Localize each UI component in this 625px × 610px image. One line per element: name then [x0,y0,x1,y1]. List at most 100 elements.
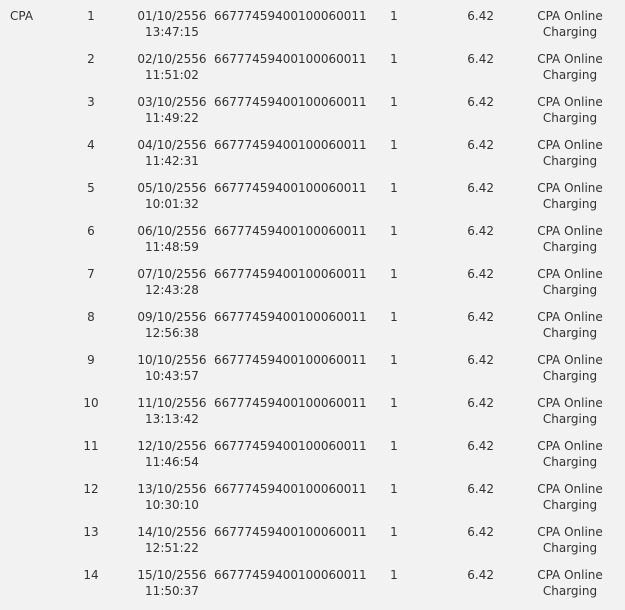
row-service-line2: Charging [542,154,598,168]
row-reference: 66777459400100060011 [214,568,367,582]
row-quantity: 1 [390,439,398,453]
row-amount: 6.42 [467,439,494,453]
row-service-line1: CPA Online [537,439,603,453]
row-service-line1: CPA Online [537,396,603,410]
row-amount: 6.42 [467,52,494,66]
table-row: 12 13/10/2556 10:30:10 667774594001000600… [0,481,625,524]
row-number: 5 [87,181,95,195]
row-reference: 66777459400100060011 [214,396,367,410]
row-service: CPA Online Charging [528,309,612,341]
row-service-line2: Charging [542,584,598,598]
row-datetime: 07/10/2556 12:43:28 [132,266,212,298]
row-amount: 6.42 [467,353,494,367]
row-date: 10/10/2556 [137,353,207,367]
table-row: 13 14/10/2556 12:51:22 667774594001000600… [0,524,625,567]
row-date: 12/10/2556 [137,439,207,453]
row-service: CPA Online Charging [528,266,612,298]
row-number: 3 [87,95,95,109]
row-quantity: 1 [390,138,398,152]
row-reference: 66777459400100060011 [214,525,367,539]
row-datetime: 10/10/2556 10:43:57 [132,352,212,384]
row-number: 12 [83,482,99,496]
row-quantity: 1 [390,396,398,410]
row-time: 10:01:32 [145,197,199,211]
row-amount: 6.42 [467,482,494,496]
row-date: 15/10/2556 [137,568,207,582]
row-date: 01/10/2556 [137,9,207,23]
row-datetime: 01/10/2556 13:47:15 [132,8,212,40]
row-reference: 66777459400100060011 [214,353,367,367]
row-time: 13:13:42 [145,412,199,426]
row-service-line1: CPA Online [537,482,603,496]
row-quantity: 1 [390,310,398,324]
row-time: 12:56:38 [145,326,199,340]
row-service-line1: CPA Online [537,95,603,109]
row-service: CPA Online Charging [528,223,612,255]
row-time: 12:43:28 [145,283,199,297]
row-date: 11/10/2556 [137,396,207,410]
row-reference: 66777459400100060011 [214,181,367,195]
table-row: 2 02/10/2556 11:51:02 6677745940010006001… [0,51,625,94]
row-reference: 66777459400100060011 [214,482,367,496]
row-date: 03/10/2556 [137,95,207,109]
row-amount: 6.42 [467,525,494,539]
row-service-line1: CPA Online [537,568,603,582]
row-service-line1: CPA Online [537,310,603,324]
row-quantity: 1 [390,525,398,539]
row-date: 06/10/2556 [137,224,207,238]
row-service-line1: CPA Online [537,267,603,281]
row-quantity: 1 [390,267,398,281]
row-service: CPA Online Charging [528,524,612,556]
row-time: 11:51:02 [145,68,199,82]
row-service-line1: CPA Online [537,525,603,539]
table-row: 3 03/10/2556 11:49:22 6677745940010006001… [0,94,625,137]
row-service: CPA Online Charging [528,94,612,126]
table-row: 9 10/10/2556 10:43:57 6677745940010006001… [0,352,625,395]
row-reference: 66777459400100060011 [214,224,367,238]
row-quantity: 1 [390,568,398,582]
row-amount: 6.42 [467,568,494,582]
row-amount: 6.42 [467,267,494,281]
row-service: CPA Online Charging [528,137,612,169]
row-date: 13/10/2556 [137,482,207,496]
row-service-line1: CPA Online [537,353,603,367]
table-row: 8 09/10/2556 12:56:38 6677745940010006001… [0,309,625,352]
row-time: 11:49:22 [145,111,199,125]
row-datetime: 15/10/2556 11:50:37 [132,567,212,599]
table-row: 7 07/10/2556 12:43:28 6677745940010006001… [0,266,625,309]
row-datetime: 09/10/2556 12:56:38 [132,309,212,341]
row-service-line1: CPA Online [537,9,603,23]
row-quantity: 1 [390,95,398,109]
row-service-line2: Charging [542,197,598,211]
row-datetime: 12/10/2556 11:46:54 [132,438,212,470]
table-row: 6 06/10/2556 11:48:59 6677745940010006001… [0,223,625,266]
row-service-line2: Charging [542,326,598,340]
row-service: CPA Online Charging [528,481,612,513]
row-service-line2: Charging [542,68,598,82]
row-service-line2: Charging [542,412,598,426]
row-date: 09/10/2556 [137,310,207,324]
row-service: CPA Online Charging [528,438,612,470]
row-date: 07/10/2556 [137,267,207,281]
row-service-line2: Charging [542,240,598,254]
row-datetime: 03/10/2556 11:49:22 [132,94,212,126]
table-row: 1 01/10/2556 13:47:15 6677745940010006001… [0,8,625,51]
row-date: 02/10/2556 [137,52,207,66]
row-datetime: 14/10/2556 12:51:22 [132,524,212,556]
row-quantity: 1 [390,482,398,496]
row-time: 10:30:10 [145,498,199,512]
row-time: 11:48:59 [145,240,199,254]
row-amount: 6.42 [467,138,494,152]
row-service: CPA Online Charging [528,8,612,40]
table-row: 11 12/10/2556 11:46:54 667774594001000600… [0,438,625,481]
row-number: 9 [87,353,95,367]
row-service: CPA Online Charging [528,352,612,384]
row-quantity: 1 [390,224,398,238]
row-reference: 66777459400100060011 [214,138,367,152]
row-service: CPA Online Charging [528,51,612,83]
row-amount: 6.42 [467,9,494,23]
row-service-line2: Charging [542,283,598,297]
row-amount: 6.42 [467,181,494,195]
row-quantity: 1 [390,9,398,23]
row-number: 11 [83,439,99,453]
